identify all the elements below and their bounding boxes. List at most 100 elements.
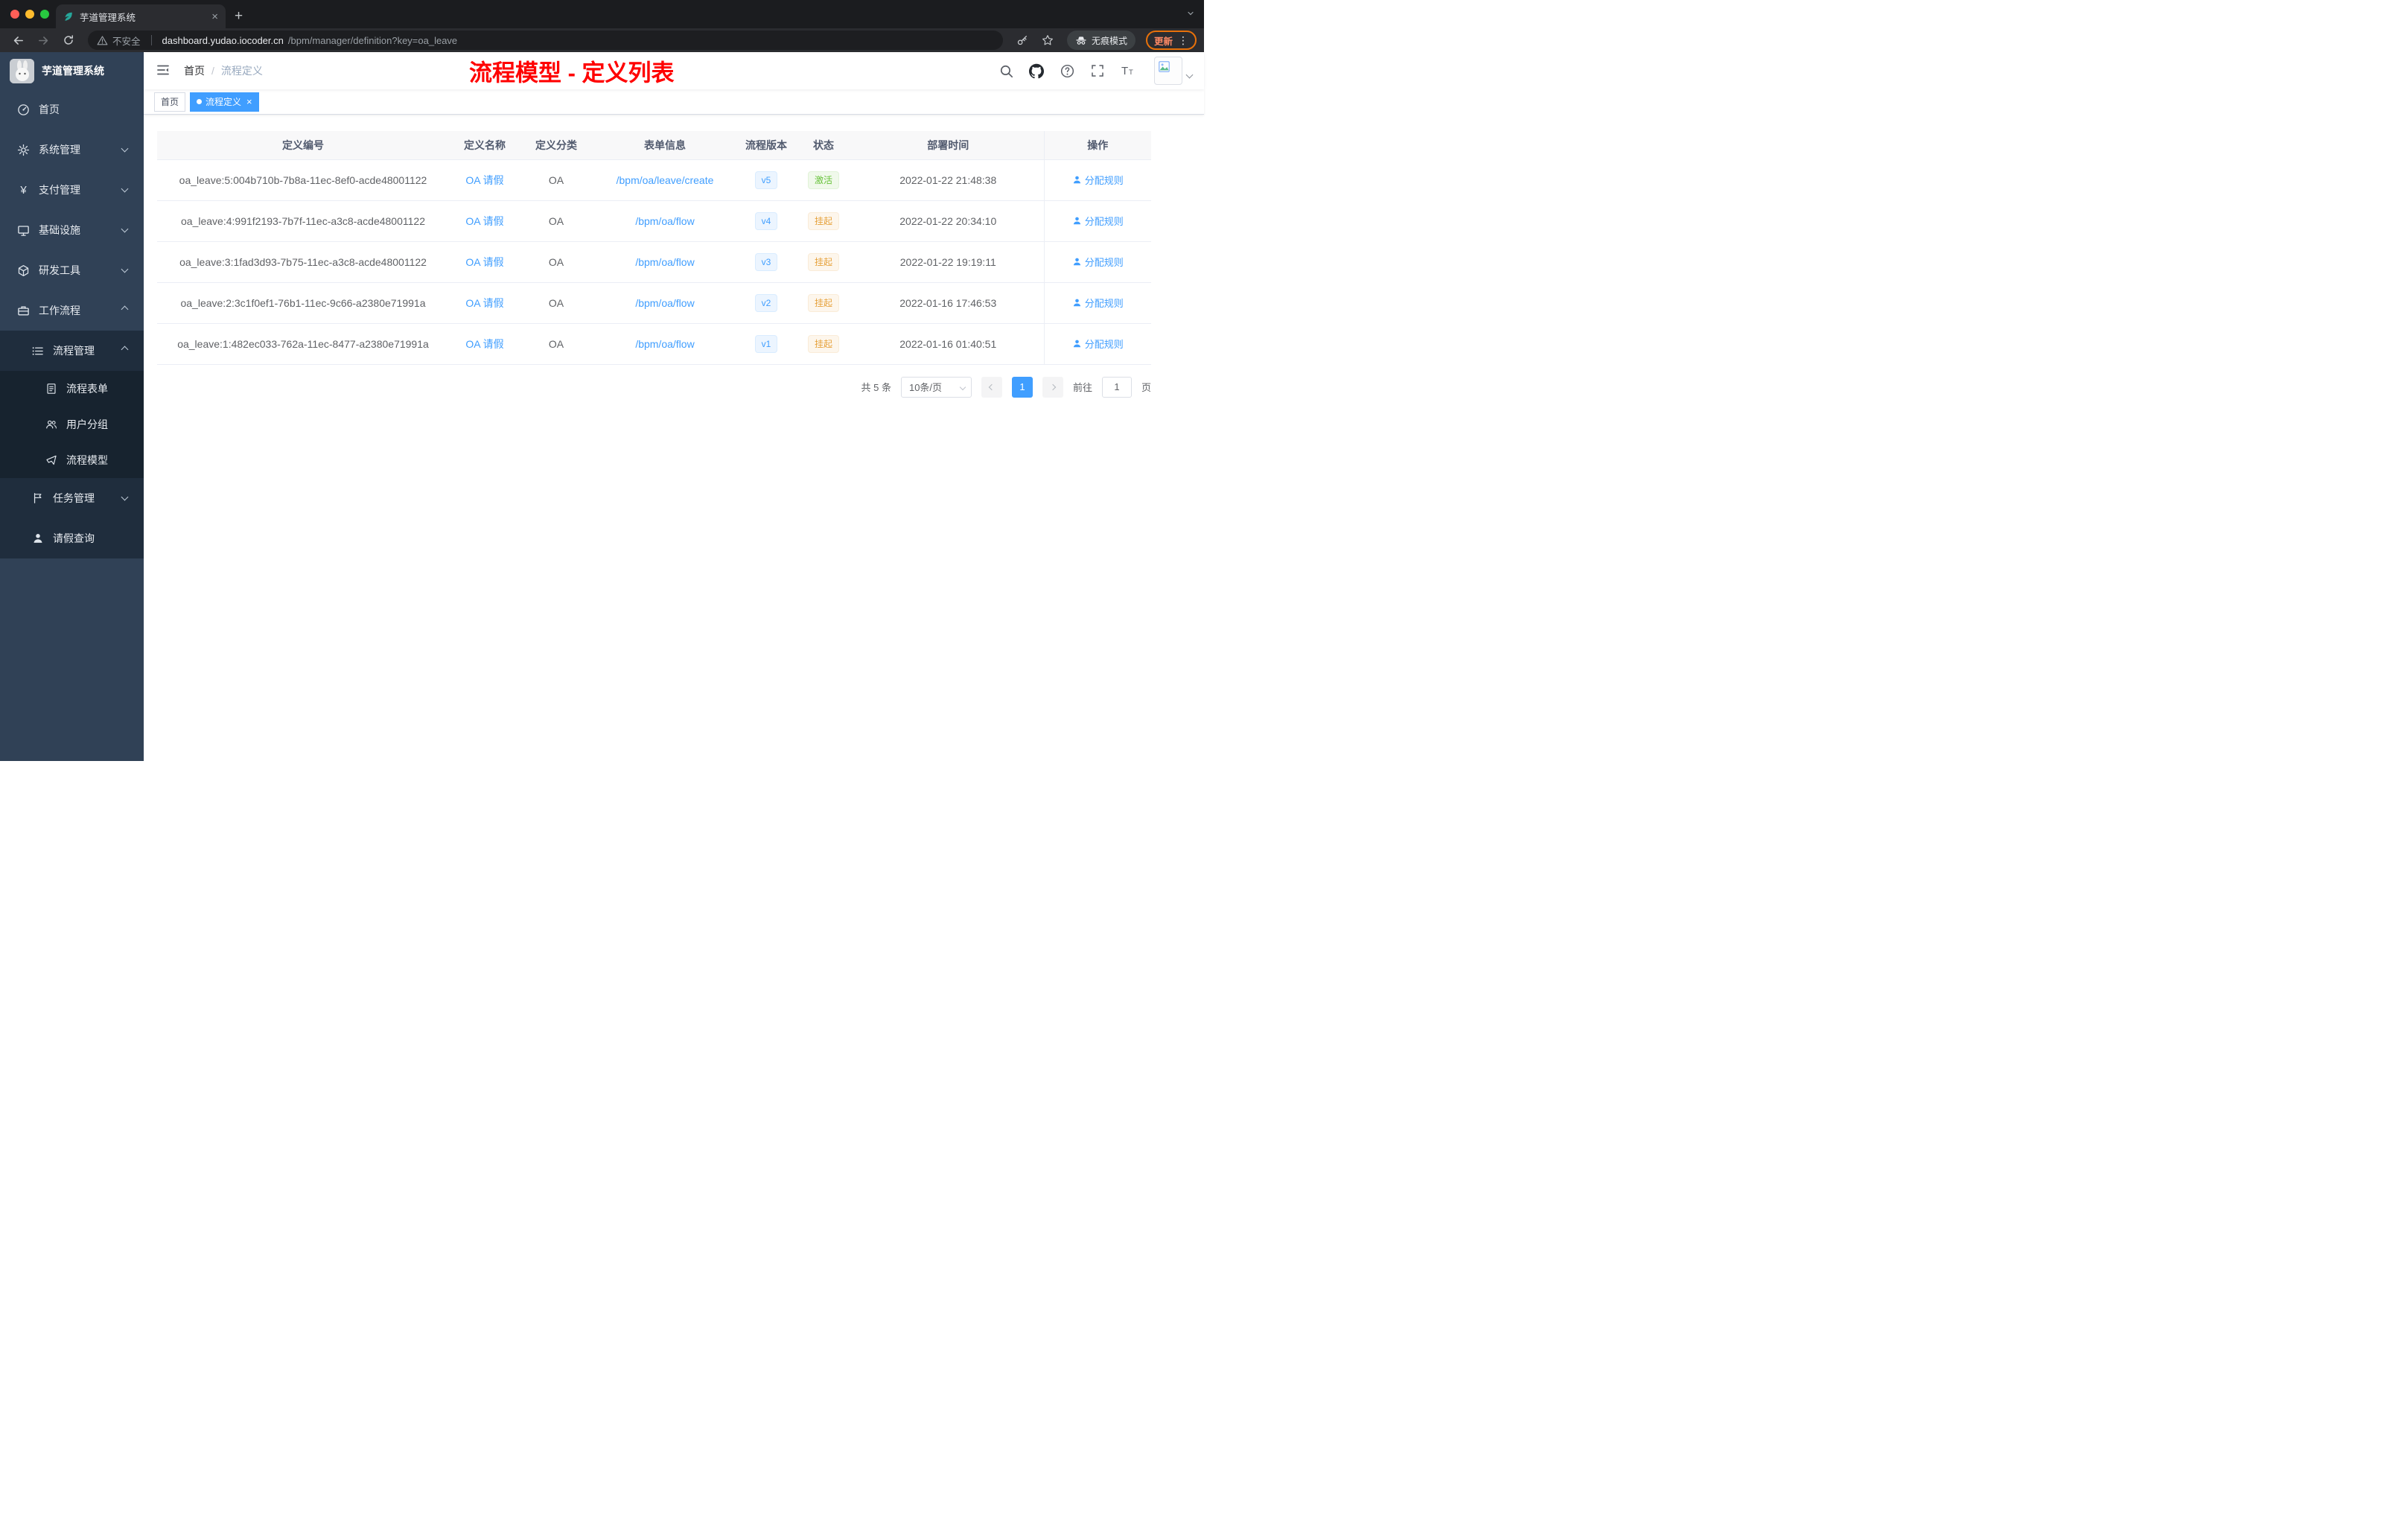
browser-toolbar: 不安全 dashboard.yudao.iocoder.cn/bpm/manag… xyxy=(0,28,1204,52)
cell-category: OA xyxy=(520,241,592,283)
tab-close-icon[interactable]: × xyxy=(211,11,218,22)
chevron-down-icon xyxy=(121,225,129,233)
sidebar-item-leave-query[interactable]: 请假查询 xyxy=(0,518,144,558)
sidebar: 芋道管理系统 首页 系统管理 ¥ 支付管理 基础设施 研发工具 工作流程 流程管… xyxy=(0,52,144,761)
browser-tab[interactable]: 芋道管理系统 × xyxy=(56,4,226,28)
app-root: 芋道管理系统 首页 系统管理 ¥ 支付管理 基础设施 研发工具 工作流程 流程管… xyxy=(0,52,1204,761)
sidebar-item-process-management[interactable]: 流程管理 xyxy=(0,331,144,371)
form-info-link[interactable]: /bpm/oa/flow xyxy=(635,297,694,309)
cell-category: OA xyxy=(520,159,592,201)
page-annotation-title: 流程模型 - 定义列表 xyxy=(469,60,675,86)
definition-table: 定义编号 定义名称 定义分类 表单信息 流程版本 状态 部署时间 操作 oa_l… xyxy=(157,131,1151,365)
assign-rule-button[interactable]: 分配规则 xyxy=(1072,214,1124,228)
search-icon[interactable] xyxy=(998,63,1013,78)
address-bar[interactable]: 不安全 dashboard.yudao.iocoder.cn/bpm/manag… xyxy=(88,31,1003,50)
person-icon xyxy=(1073,340,1080,348)
cell-category: OA xyxy=(520,282,592,324)
browser-menu-kebab-icon[interactable]: ⋮ xyxy=(1178,35,1188,45)
sidebar-item-label: 流程管理 xyxy=(53,345,95,357)
sidebar-item-user-group[interactable]: 用户分组 xyxy=(0,407,144,442)
assign-rule-button[interactable]: 分配规则 xyxy=(1072,173,1124,187)
security-warning-icon[interactable] xyxy=(97,35,108,46)
sidebar-logo[interactable]: 芋道管理系统 xyxy=(0,52,144,89)
tag-process-definition[interactable]: 流程定义 × xyxy=(190,92,259,112)
sidebar-item-system-management[interactable]: 系统管理 xyxy=(0,130,144,170)
macos-traffic-lights xyxy=(10,10,49,19)
column-header-process-version: 流程版本 xyxy=(738,131,794,160)
assign-rule-button[interactable]: 分配规则 xyxy=(1072,337,1124,351)
tag-close-icon[interactable]: × xyxy=(246,97,252,106)
sidebar-item-task-management[interactable]: 任务管理 xyxy=(0,478,144,518)
prev-page-button[interactable] xyxy=(981,376,1002,398)
cell-definition-id: oa_leave:2:3c1f0ef1-76b1-11ec-9c66-a2380… xyxy=(157,282,449,324)
status-badge: 挂起 xyxy=(807,252,839,271)
definition-name-link[interactable]: OA 请假 xyxy=(465,338,503,350)
status-badge: 挂起 xyxy=(807,211,839,230)
form-info-link[interactable]: /bpm/oa/flow xyxy=(635,338,694,350)
list-icon xyxy=(31,345,44,357)
help-icon[interactable] xyxy=(1060,63,1074,78)
active-tag-dot xyxy=(197,99,203,104)
new-tab-button[interactable]: + xyxy=(235,8,243,25)
next-page-button[interactable] xyxy=(1042,376,1063,398)
form-info-link[interactable]: /bpm/oa/flow xyxy=(635,256,694,268)
version-badge[interactable]: v2 xyxy=(754,293,778,312)
fullscreen-icon[interactable] xyxy=(1090,63,1105,78)
table-row: oa_leave:1:482ec033-762a-11ec-8477-a2380… xyxy=(157,323,1151,365)
sidebar-item-dev-tools[interactable]: 研发工具 xyxy=(0,250,144,290)
status-badge: 挂起 xyxy=(807,334,839,353)
sidebar-item-home[interactable]: 首页 xyxy=(0,89,144,130)
avatar[interactable] xyxy=(1154,57,1182,85)
version-badge[interactable]: v4 xyxy=(754,211,778,230)
reload-button[interactable] xyxy=(58,31,79,50)
monitor-icon xyxy=(17,224,30,237)
form-info-link[interactable]: /bpm/oa/flow xyxy=(635,215,694,227)
page-number-button[interactable]: 1 xyxy=(1011,376,1033,398)
sidebar-item-infrastructure[interactable]: 基础设施 xyxy=(0,210,144,250)
sidebar-item-workflow[interactable]: 工作流程 xyxy=(0,290,144,331)
breadcrumb-separator: / xyxy=(211,65,214,77)
zoom-window-button[interactable] xyxy=(40,10,49,19)
hamburger-icon[interactable] xyxy=(156,63,172,79)
close-window-button[interactable] xyxy=(10,10,19,19)
bookmark-star-icon[interactable] xyxy=(1037,31,1058,50)
forward-button[interactable] xyxy=(33,31,54,50)
version-badge[interactable]: v5 xyxy=(754,171,778,189)
sidebar-item-process-form[interactable]: 流程表单 xyxy=(0,371,144,407)
breadcrumb-home[interactable]: 首页 xyxy=(184,63,205,78)
tag-home[interactable]: 首页 xyxy=(154,92,186,112)
tab-search-caret-icon[interactable] xyxy=(1186,9,1195,18)
definition-name-link[interactable]: OA 请假 xyxy=(465,256,503,268)
assign-rule-button[interactable]: 分配规则 xyxy=(1072,255,1124,269)
chevron-down-icon xyxy=(121,493,129,501)
definition-name-link[interactable]: OA 请假 xyxy=(465,174,503,186)
chevron-right-icon xyxy=(1049,383,1057,390)
font-size-icon[interactable]: TT xyxy=(1121,63,1135,78)
back-button[interactable] xyxy=(7,31,28,50)
definition-name-link[interactable]: OA 请假 xyxy=(465,297,503,309)
gear-icon xyxy=(17,144,30,156)
user-menu[interactable] xyxy=(1154,57,1194,85)
browser-update-button[interactable]: 更新 ⋮ xyxy=(1145,31,1197,50)
page-size-select[interactable]: 10条/页 xyxy=(900,376,972,398)
definition-name-link[interactable]: OA 请假 xyxy=(465,215,503,227)
assign-rule-button[interactable]: 分配规则 xyxy=(1072,296,1124,310)
table-row: oa_leave:2:3c1f0ef1-76b1-11ec-9c66-a2380… xyxy=(157,282,1151,324)
logo-avatar-image xyxy=(10,58,34,83)
version-badge[interactable]: v1 xyxy=(754,334,778,353)
sidebar-item-label: 工作流程 xyxy=(39,305,80,316)
security-label[interactable]: 不安全 xyxy=(112,34,141,48)
github-icon[interactable] xyxy=(1029,63,1044,78)
pagination-total: 共 5 条 xyxy=(861,382,891,393)
minimize-window-button[interactable] xyxy=(25,10,34,19)
sidebar-item-process-model[interactable]: 流程模型 xyxy=(0,442,144,478)
sidebar-item-payment-management[interactable]: ¥ 支付管理 xyxy=(0,170,144,210)
url-host: dashboard.yudao.iocoder.cn xyxy=(162,34,284,46)
person-icon xyxy=(1073,299,1080,307)
form-info-link[interactable]: /bpm/oa/leave/create xyxy=(617,174,714,186)
cell-definition-id: oa_leave:4:991f2193-7b7f-11ec-a3c8-acde4… xyxy=(157,200,449,242)
password-key-icon[interactable] xyxy=(1012,31,1033,50)
version-badge[interactable]: v3 xyxy=(754,252,778,271)
incognito-icon xyxy=(1075,34,1087,46)
page-goto-input[interactable] xyxy=(1101,376,1132,398)
